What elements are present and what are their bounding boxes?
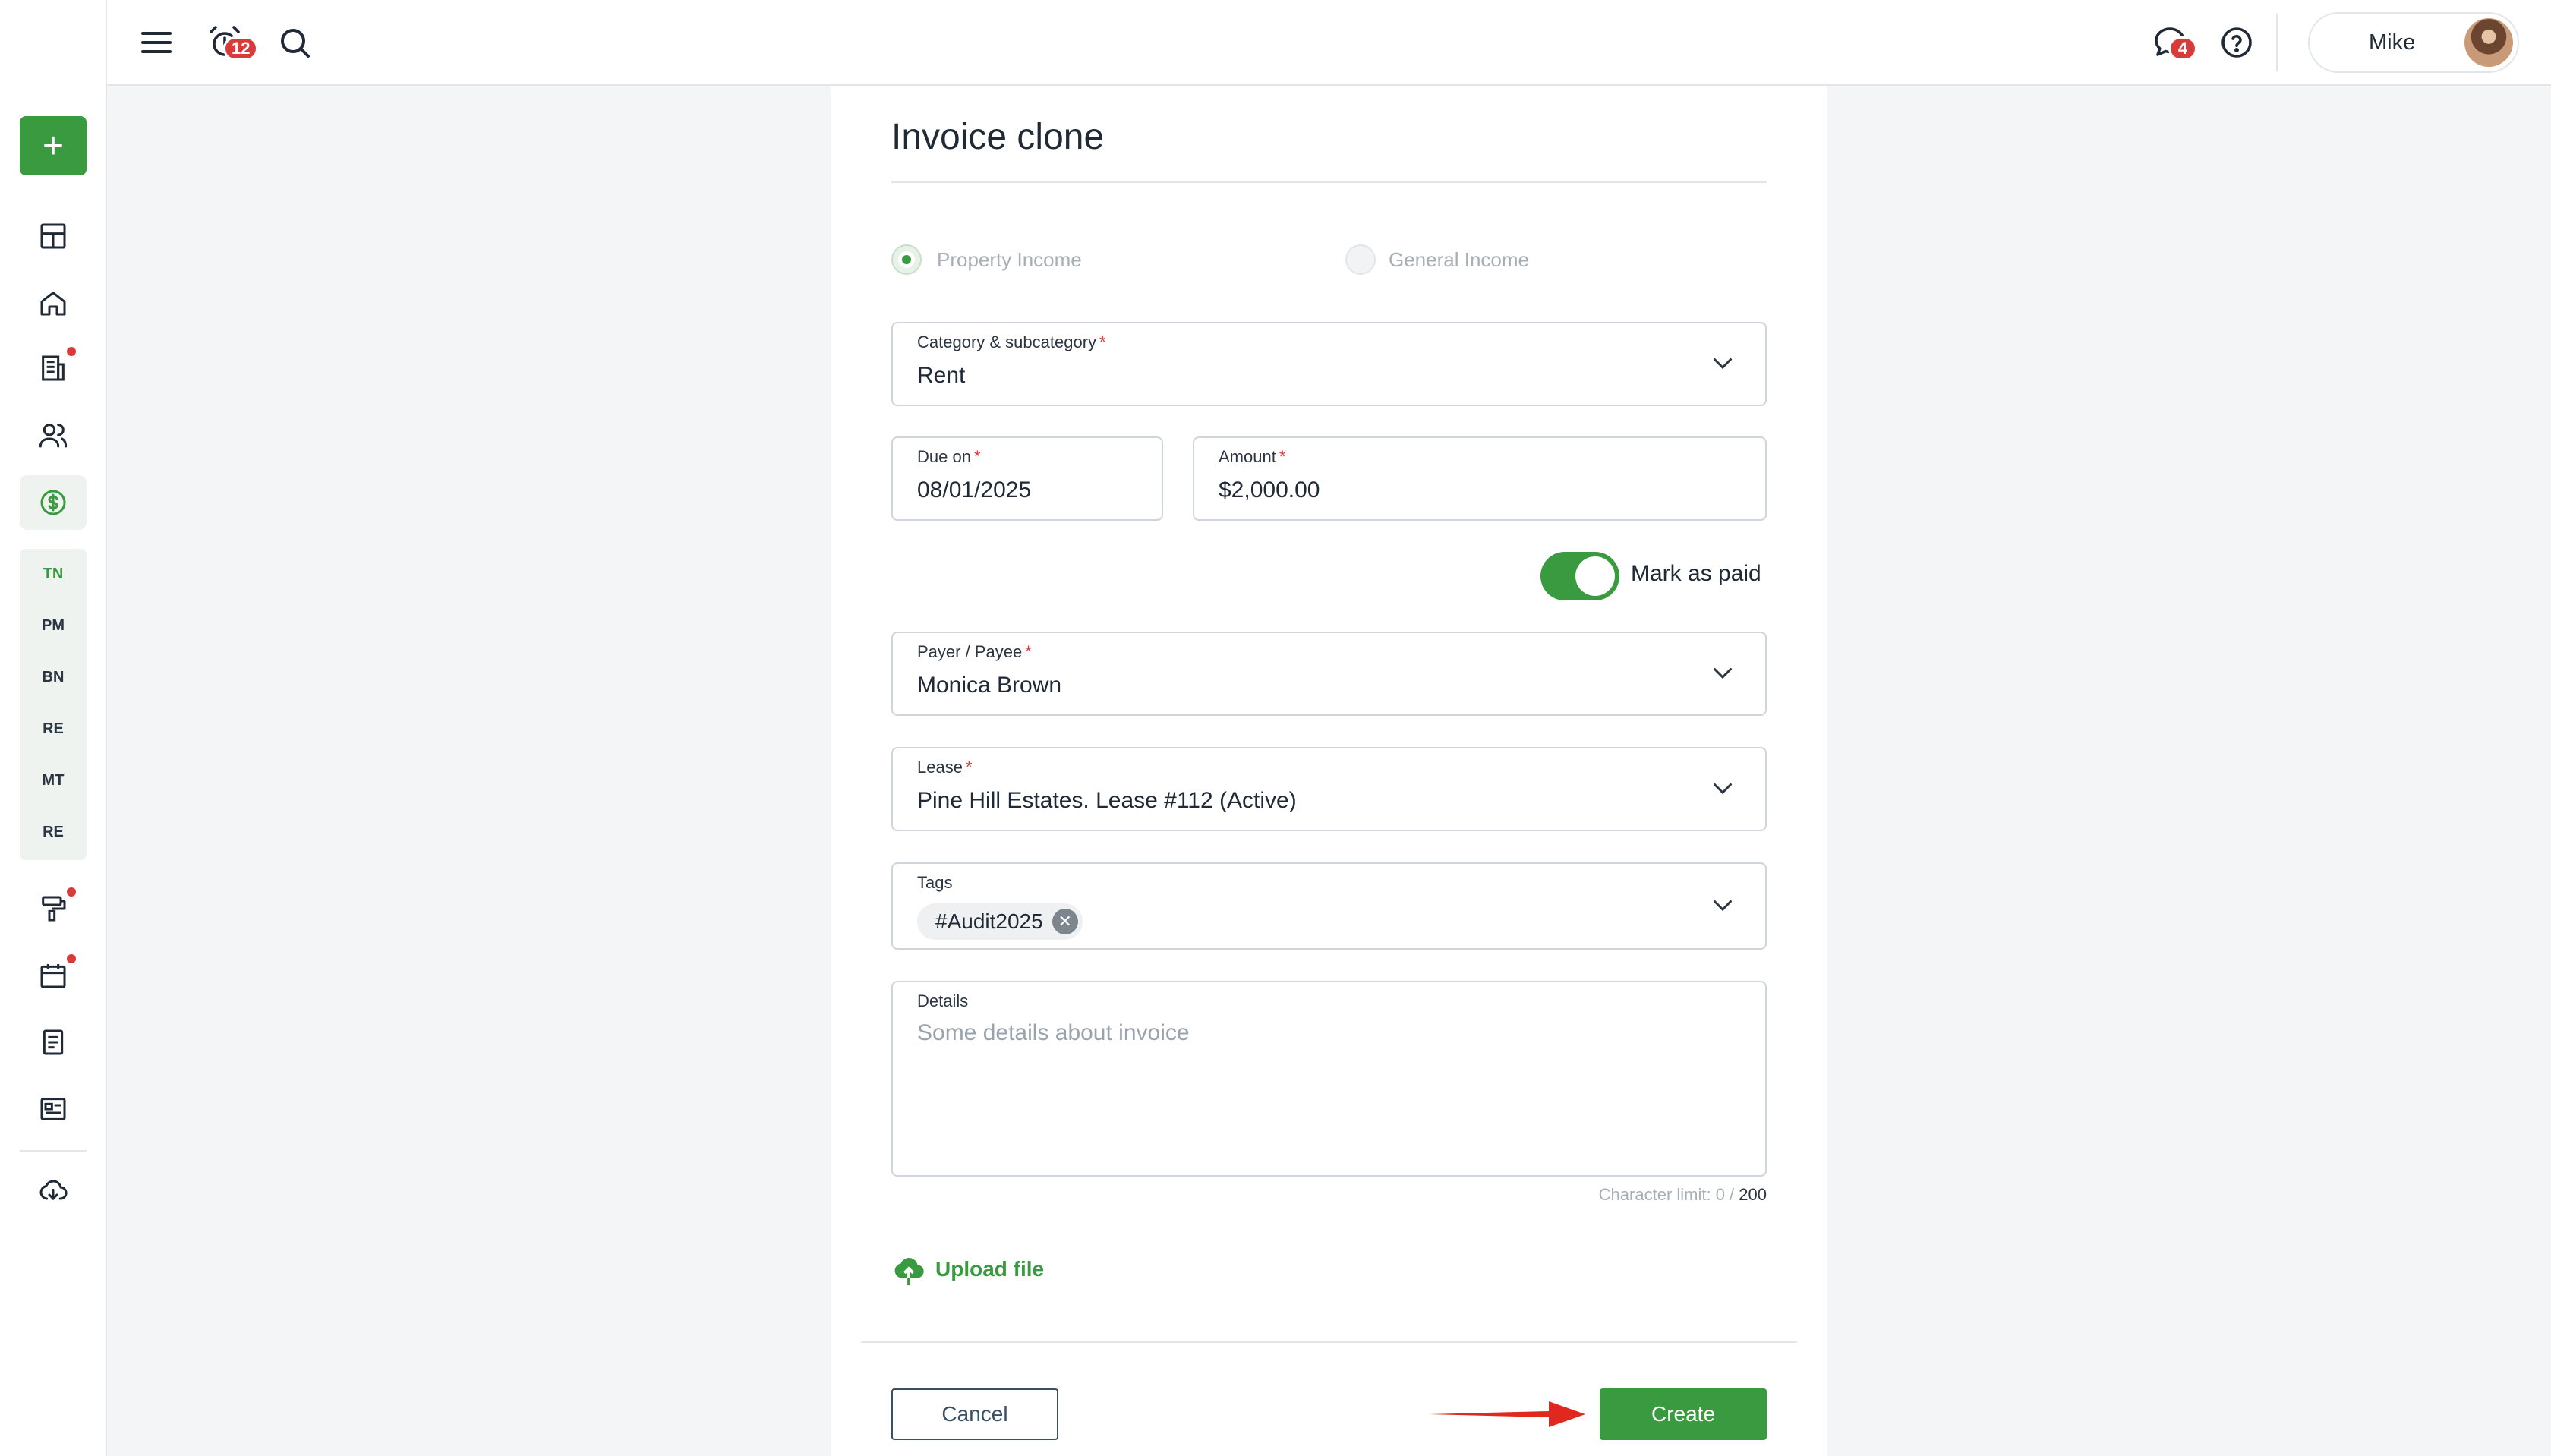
annotation-arrow-icon <box>1429 1401 1585 1427</box>
character-limit: Character limit: 0 / 200 <box>1598 1185 1767 1204</box>
create-button[interactable]: Create <box>1600 1388 1767 1440</box>
search-icon[interactable] <box>273 21 316 64</box>
submenu-bn[interactable]: BN <box>20 669 87 686</box>
property-income-label: Property Income <box>937 248 1082 271</box>
amount-value: $2,000.00 <box>1219 477 1320 503</box>
submenu-mt[interactable]: MT <box>20 772 87 789</box>
home-icon[interactable] <box>33 283 73 323</box>
avatar <box>2464 18 2513 67</box>
dashboard-icon[interactable] <box>33 216 73 256</box>
submenu-re[interactable]: RE <box>20 720 87 738</box>
amount-label: Amount * <box>1219 447 1286 466</box>
payer-label: Payer / Payee * <box>917 642 1032 661</box>
lease-select[interactable]: Lease * Pine Hill Estates. Lease #112 (Ac… <box>891 747 1767 831</box>
details-placeholder: Some details about invoice <box>917 1020 1190 1045</box>
general-income-radio[interactable] <box>1345 244 1376 275</box>
payer-select[interactable]: Payer / Payee * Monica Brown <box>891 632 1767 716</box>
footer-divider <box>861 1341 1797 1343</box>
due-on-value: 08/01/2025 <box>917 477 1032 503</box>
due-on-label: Due on * <box>917 447 981 466</box>
contacts-icon[interactable] <box>33 415 73 455</box>
document-icon[interactable] <box>33 1023 73 1062</box>
buildings-icon[interactable] <box>33 347 76 388</box>
general-income-label: General Income <box>1389 248 1529 271</box>
category-label: Category & subcategory * <box>917 332 1106 351</box>
tags-select[interactable]: Tags #Audit2025 ✕ <box>891 862 1767 950</box>
accounting-submenu <box>20 549 87 860</box>
mark-as-paid-toggle[interactable] <box>1540 552 1619 600</box>
calendar-alert-dot <box>67 954 76 963</box>
chevron-down-icon <box>1709 659 1736 686</box>
user-menu[interactable]: Mike <box>2308 12 2519 73</box>
user-name: Mike <box>2369 30 2416 55</box>
tags-label: Tags <box>917 873 953 892</box>
remove-tag-icon[interactable]: ✕ <box>1052 909 1078 934</box>
buildings-alert-dot <box>67 347 76 356</box>
messages-icon[interactable]: 4 <box>2149 21 2197 64</box>
accounting-icon[interactable] <box>33 483 73 522</box>
invoice-form: Invoice clone Property Income General In… <box>831 86 1827 1456</box>
alarm-icon[interactable]: 12 <box>203 21 259 64</box>
submenu-re-2[interactable]: RE <box>20 824 87 841</box>
lease-value: Pine Hill Estates. Lease #112 (Active) <box>917 788 1297 813</box>
chevron-down-icon <box>1709 891 1736 919</box>
logo-area <box>0 0 107 86</box>
chevron-down-icon <box>1709 349 1736 377</box>
submenu-pm[interactable]: PM <box>20 617 87 635</box>
calendar-icon[interactable] <box>33 954 76 995</box>
reports-icon[interactable] <box>33 1089 73 1129</box>
messages-badge: 4 <box>2168 36 2197 61</box>
category-select[interactable]: Category & subcategory * Rent <box>891 322 1767 406</box>
lease-label: Lease * <box>917 758 973 777</box>
maintenance-icon[interactable] <box>33 887 76 928</box>
category-value: Rent <box>917 363 966 388</box>
maintenance-alert-dot <box>67 887 76 897</box>
details-label: Details <box>917 991 969 1010</box>
title-divider <box>891 181 1767 183</box>
upload-file-label: Upload file <box>935 1257 1045 1281</box>
menu-icon[interactable] <box>135 21 178 64</box>
payer-value: Monica Brown <box>917 673 1062 698</box>
upload-file-link[interactable]: Upload file <box>891 1252 1044 1287</box>
topbar-divider <box>2276 14 2278 71</box>
sidebar: + TN PM BN RE MT RE <box>0 86 107 1456</box>
top-bar: 12 4 Mike <box>0 0 2551 86</box>
page-title: Invoice clone <box>891 117 1105 157</box>
due-on-field[interactable]: Due on * 08/01/2025 <box>891 436 1163 521</box>
add-button[interactable]: + <box>20 116 87 175</box>
help-icon[interactable] <box>2215 21 2258 64</box>
mark-as-paid-label: Mark as paid <box>1631 561 1761 586</box>
tag-chip-label: #Audit2025 <box>935 909 1043 933</box>
tag-chip: #Audit2025 ✕ <box>917 903 1083 940</box>
toggle-knob <box>1575 556 1615 596</box>
cancel-button[interactable]: Cancel <box>891 1388 1058 1440</box>
property-income-radio[interactable] <box>891 244 922 275</box>
chevron-down-icon <box>1709 774 1736 802</box>
cloud-upload-icon <box>894 1258 924 1286</box>
details-textarea[interactable]: Details Some details about invoice <box>891 981 1767 1177</box>
cloud-download-icon[interactable] <box>33 1171 73 1211</box>
sidebar-divider <box>20 1150 87 1152</box>
submenu-tn[interactable]: TN <box>20 566 87 583</box>
amount-field[interactable]: Amount * $2,000.00 <box>1193 436 1767 521</box>
notifications-badge: 12 <box>223 36 259 61</box>
